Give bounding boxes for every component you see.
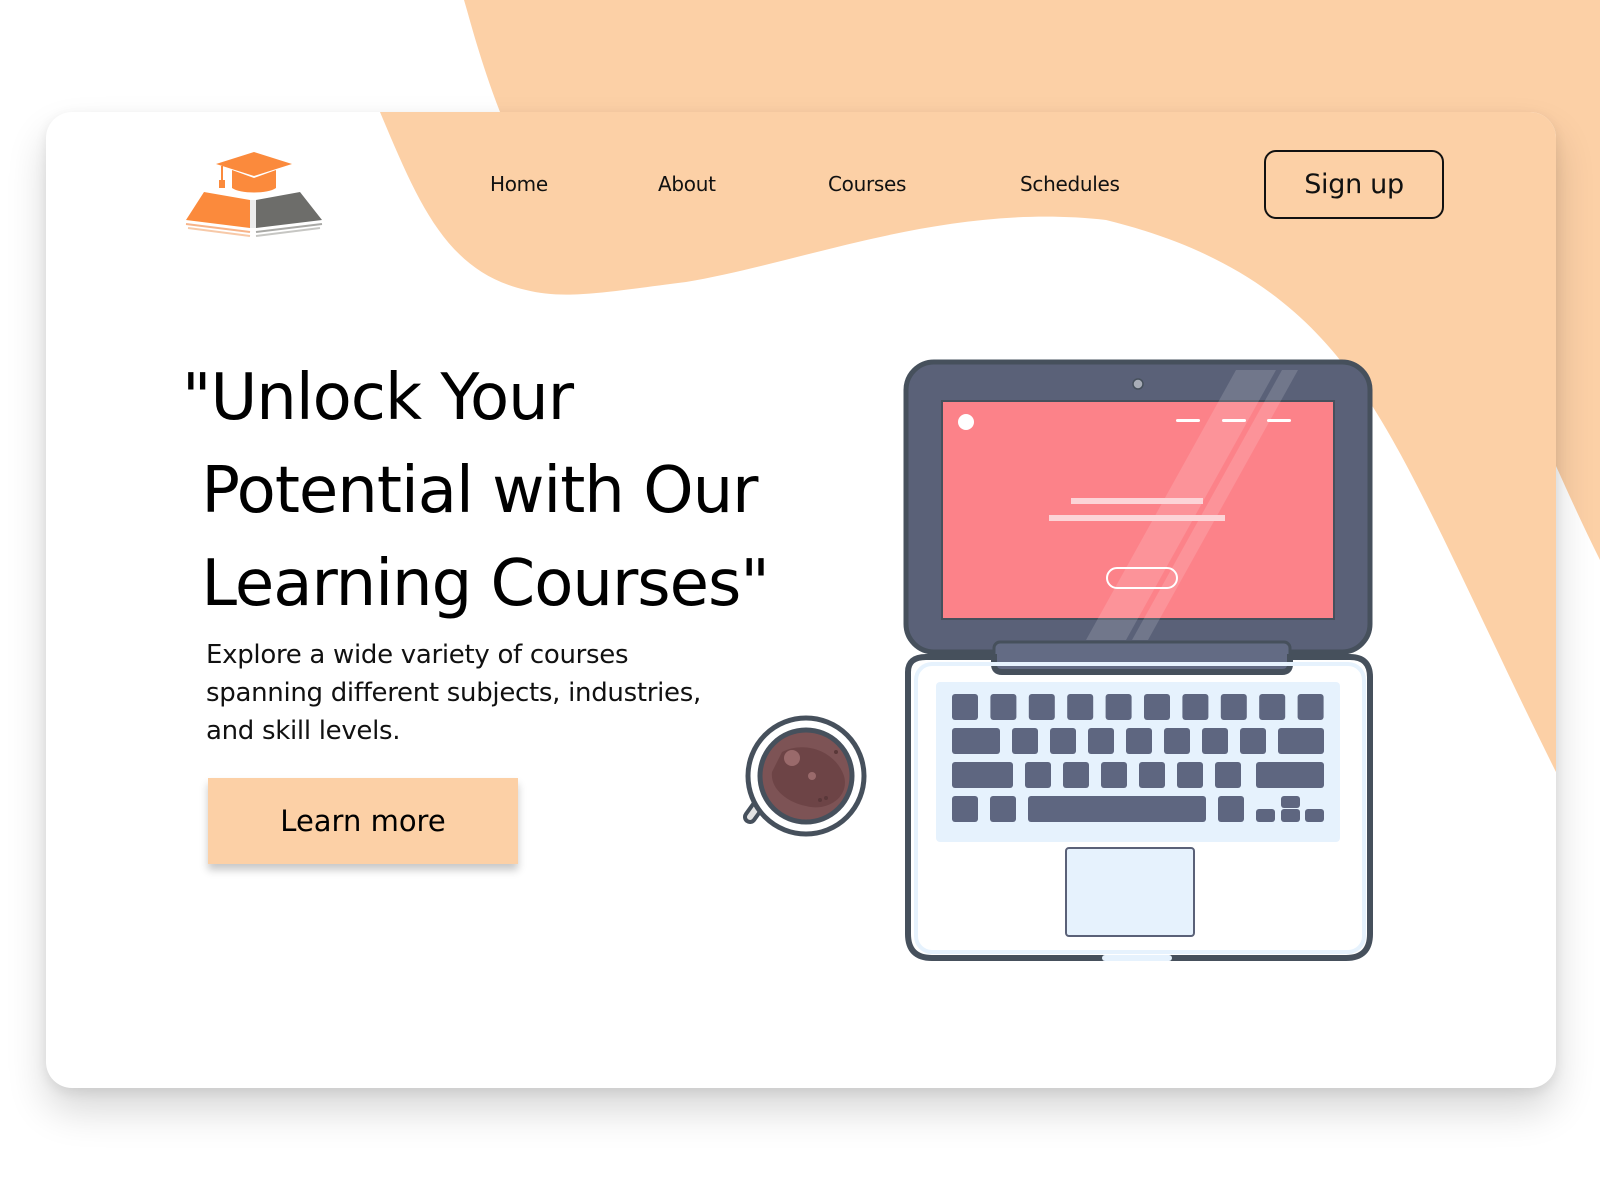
learn-more-button[interactable]: Learn more [208,778,518,864]
nav-about[interactable]: About [658,172,716,196]
nav-courses[interactable]: Courses [828,172,906,196]
hero-card: Home About Courses Schedules Sign up "Un… [46,112,1556,1088]
nav-schedules[interactable]: Schedules [1020,172,1120,196]
hero-headline: "Unlock Your Potential with Our Learning… [182,361,770,621]
logo-icon[interactable] [182,152,328,238]
nav-home[interactable]: Home [490,172,548,196]
hero-subtext: Explore a wide variety of courses spanni… [206,640,701,746]
signup-button[interactable]: Sign up [1264,150,1444,219]
